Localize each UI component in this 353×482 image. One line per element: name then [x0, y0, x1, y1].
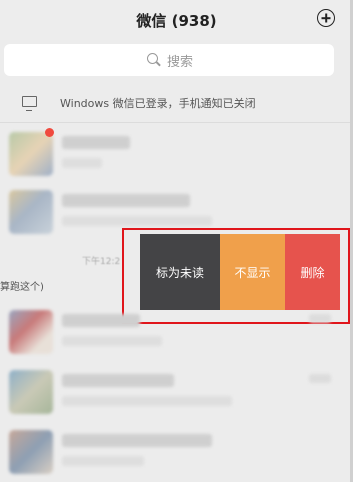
- chat-preview-blurred: [62, 396, 232, 406]
- chat-row[interactable]: [0, 362, 353, 422]
- monitor-icon: [22, 96, 37, 112]
- avatar: [9, 190, 53, 234]
- chat-row[interactable]: [0, 302, 353, 362]
- chat-preview-blurred: [62, 158, 102, 168]
- chat-name-blurred: [62, 374, 174, 387]
- chat-preview-blurred: [62, 216, 212, 226]
- chat-time-blurred: [309, 314, 331, 323]
- chat-name-blurred: [62, 314, 140, 327]
- plus-circle-icon[interactable]: [317, 9, 335, 27]
- unread-badge: [45, 128, 54, 137]
- chat-time-blurred: [309, 374, 331, 383]
- chat-time: 下午12:2: [82, 257, 121, 267]
- pc-login-text: Windows 微信已登录，手机通知已关闭: [60, 97, 256, 110]
- search-bar[interactable]: 搜索: [4, 44, 334, 76]
- navigation-bar: 微信 (938): [0, 0, 353, 40]
- avatar: [9, 370, 53, 414]
- chat-preview-blurred: [62, 456, 144, 466]
- chat-name-blurred: [62, 136, 130, 149]
- avatar: [9, 132, 53, 176]
- search-placeholder: 搜索: [167, 55, 194, 70]
- chat-preview-blurred: [62, 336, 162, 346]
- pc-login-banner[interactable]: Windows 微信已登录，手机通知已关闭: [0, 84, 353, 122]
- chat-name-blurred: [62, 434, 212, 447]
- divider: [0, 122, 353, 123]
- chat-row[interactable]: [0, 422, 353, 482]
- avatar: [9, 430, 53, 474]
- chat-name-blurred: [62, 194, 190, 207]
- chat-row[interactable]: [0, 124, 353, 184]
- avatar: [9, 310, 53, 354]
- chat-preview: 算跑这个): [0, 282, 44, 293]
- page-title: 微信 (938): [136, 12, 217, 30]
- search-icon: [147, 53, 158, 64]
